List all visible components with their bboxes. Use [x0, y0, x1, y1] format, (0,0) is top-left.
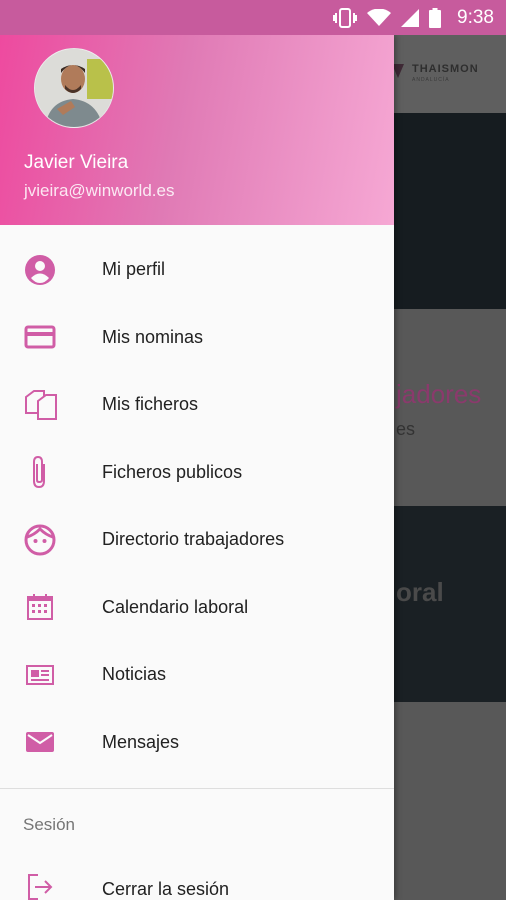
menu-item-mis-ficheros[interactable]: Mis ficheros	[0, 371, 394, 439]
mail-icon	[0, 726, 102, 758]
face-icon	[0, 524, 102, 556]
status-time: 9:38	[457, 6, 494, 28]
avatar[interactable]	[34, 48, 114, 128]
menu-item-label: Calendario laboral	[102, 596, 249, 617]
menu-item-label: Ficheros publicos	[102, 461, 243, 482]
menu-item-mis-nominas[interactable]: Mis nominas	[0, 304, 394, 372]
credit-card-icon	[0, 321, 102, 353]
user-email: jvieira@winworld.es	[24, 181, 175, 200]
background-card-1-title: jadores	[396, 379, 482, 409]
menu-item-label: Mensajes	[102, 731, 180, 752]
menu-item-calendario-laboral[interactable]: Calendario laboral	[0, 574, 394, 642]
user-name: Javier Vieira	[24, 152, 129, 173]
drawer-menu: Mi perfil Mis nominas Mis ficheros Fiche…	[0, 236, 394, 776]
menu-item-directorio-trabajadores[interactable]: Directorio trabajadores	[0, 506, 394, 574]
logo-text: THAISMON	[412, 63, 479, 75]
menu-item-label: Directorio trabajadores	[102, 529, 285, 550]
status-bar: 9:38	[0, 0, 506, 35]
background-card-2-title: oral	[396, 577, 444, 607]
logout-button[interactable]: Cerrar la sesión	[0, 861, 394, 900]
menu-item-mensajes[interactable]: Mensajes	[0, 709, 394, 777]
background-card-1-subtitle: es	[396, 419, 416, 439]
menu-item-label: Mi perfil	[102, 259, 166, 280]
battery-icon	[429, 7, 442, 28]
signal-icon	[401, 8, 420, 27]
navigation-drawer: Javier Vieira jvieira@winworld.es Mi per…	[0, 35, 394, 900]
logout-icon	[0, 871, 102, 900]
menu-item-label: Mis ficheros	[102, 394, 199, 415]
paperclip-icon	[0, 454, 102, 490]
drawer-header: Javier Vieira jvieira@winworld.es	[0, 35, 394, 225]
account-circle-icon	[0, 254, 102, 286]
vibrate-icon	[333, 7, 358, 28]
divider	[0, 788, 394, 789]
wifi-icon	[367, 8, 392, 27]
menu-item-label: Noticias	[102, 664, 167, 685]
menu-item-noticias[interactable]: Noticias	[0, 641, 394, 709]
company-logo: THAISMON ANDALUCÍA	[392, 59, 479, 83]
news-icon	[0, 659, 102, 691]
files-icon	[0, 389, 102, 421]
menu-item-mi-perfil[interactable]: Mi perfil	[0, 236, 394, 304]
logo-subtext: ANDALUCÍA	[412, 77, 450, 83]
logout-label: Cerrar la sesión	[102, 878, 230, 899]
menu-item-label: Mis nominas	[102, 326, 204, 347]
section-title-session: Sesión	[23, 815, 75, 834]
menu-item-ficheros-publicos[interactable]: Ficheros publicos	[0, 439, 394, 507]
calendar-icon	[0, 591, 102, 623]
